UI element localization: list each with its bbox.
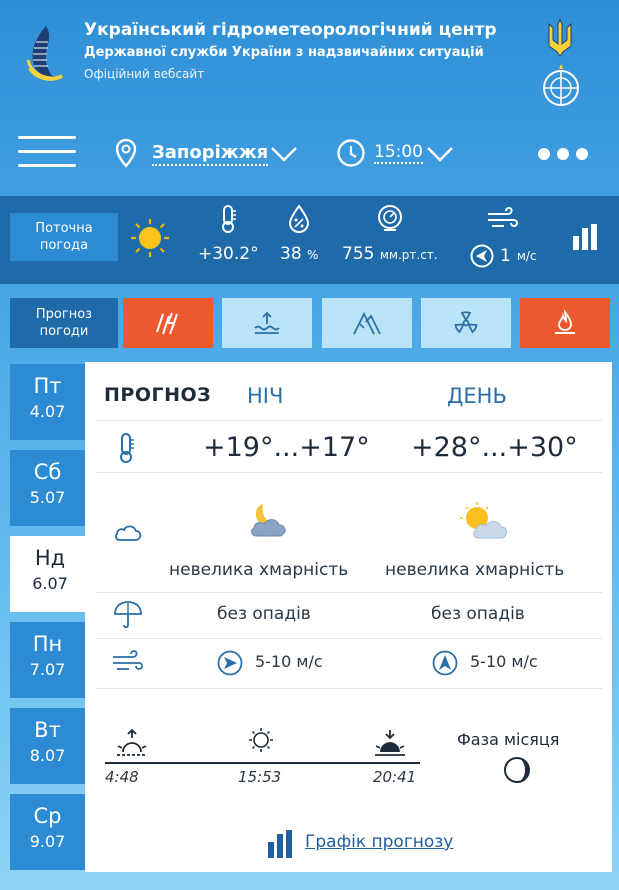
tab-radiation[interactable] bbox=[421, 298, 511, 348]
water-level-icon bbox=[254, 311, 280, 334]
menu-button[interactable] bbox=[18, 132, 76, 172]
night-temperature: +19°...+17° bbox=[203, 432, 370, 463]
current-weather-label[interactable]: Поточна погода bbox=[10, 213, 118, 261]
divider bbox=[95, 592, 602, 593]
night-precipitation: без опадів bbox=[217, 604, 311, 624]
solar-noon-time: 15:53 bbox=[238, 768, 282, 786]
day-tab[interactable]: Пт 4.07 bbox=[10, 364, 85, 440]
midday-sun-icon bbox=[249, 728, 273, 752]
bar-chart-icon[interactable] bbox=[267, 830, 295, 858]
tab-thunderstorm[interactable] bbox=[123, 298, 213, 348]
day-tab[interactable]: Ср 9.07 bbox=[10, 794, 85, 870]
mountains-icon bbox=[353, 311, 381, 335]
hydromet-logo-icon[interactable] bbox=[24, 22, 74, 84]
moon-phase-icon bbox=[504, 757, 530, 783]
city-selector[interactable]: Запоріжжя bbox=[152, 142, 269, 166]
thunder-icon bbox=[156, 312, 178, 335]
more-options-button[interactable] bbox=[538, 148, 588, 160]
radiation-icon bbox=[454, 311, 478, 334]
fire-icon bbox=[555, 309, 575, 334]
sun-cloud-icon bbox=[460, 502, 508, 539]
un-emblem-icon bbox=[543, 64, 579, 106]
tab-water-level[interactable] bbox=[222, 298, 312, 348]
umbrella-icon bbox=[114, 601, 142, 629]
clock-icon bbox=[337, 139, 365, 167]
wind-direction-icon bbox=[432, 650, 458, 676]
wind-direction-icon bbox=[470, 244, 494, 268]
current-temperature: +30.2° bbox=[198, 204, 259, 264]
sunset-icon bbox=[375, 730, 405, 756]
night-column-header: НІЧ bbox=[247, 384, 284, 408]
day-tab[interactable]: Пн 7.07 bbox=[10, 622, 85, 698]
cloud-icon bbox=[115, 525, 142, 541]
site-header: Український гідрометеорологічний центр Д… bbox=[0, 0, 619, 120]
chevron-down-icon[interactable] bbox=[270, 146, 298, 162]
night-wind-speed: 5-10 м/с bbox=[255, 652, 323, 671]
nav-bar: Запоріжжя 15:00 bbox=[0, 122, 619, 184]
current-weather-bar: Поточна погода +30.2° 38 % 755 мм.рт.ст.… bbox=[0, 196, 619, 284]
ukraine-trident-icon bbox=[548, 18, 572, 57]
sunset-time: 20:41 bbox=[373, 768, 417, 786]
chevron-down-icon[interactable] bbox=[426, 146, 454, 162]
forecast-heading: ПРОГНОЗ bbox=[104, 384, 212, 406]
humidity-drop-icon bbox=[289, 204, 310, 234]
time-selector[interactable]: 15:00 bbox=[374, 142, 423, 164]
location-pin-icon bbox=[115, 138, 137, 168]
night-sky-condition: невелика хмарність bbox=[169, 560, 349, 580]
divider bbox=[95, 420, 602, 421]
thermometer-icon bbox=[222, 205, 237, 233]
tab-mountains[interactable] bbox=[322, 298, 412, 348]
day-tab[interactable]: Сб 5.07 bbox=[10, 450, 85, 526]
moon-cloud-icon bbox=[251, 504, 286, 537]
current-humidity: 38 % bbox=[280, 204, 318, 264]
org-subtitle: Державної служби України з надзвичайних … bbox=[84, 45, 484, 60]
wind-icon bbox=[113, 650, 143, 670]
forecast-graph-link[interactable]: Графік прогнозу bbox=[305, 832, 453, 852]
day-wind-speed: 5-10 м/с bbox=[470, 652, 538, 671]
tab-fire-danger[interactable] bbox=[520, 298, 610, 348]
daylight-timeline bbox=[105, 762, 420, 764]
official-site-label: Офіційний вебсайт bbox=[84, 67, 205, 81]
day-temperature: +28°...+30° bbox=[411, 432, 578, 463]
day-sky-condition: невелика хмарність bbox=[385, 560, 565, 580]
current-wind: 1 м/с bbox=[470, 204, 537, 268]
barometer-icon bbox=[377, 205, 402, 231]
wind-icon bbox=[488, 206, 519, 228]
wind-direction-icon bbox=[217, 650, 243, 676]
org-title: Український гідрометеорологічний центр bbox=[84, 20, 497, 40]
thermometer-icon bbox=[120, 433, 134, 463]
divider bbox=[95, 688, 602, 689]
day-precipitation: без опадів bbox=[431, 604, 525, 624]
forecast-card: ПРОГНОЗ НІЧ ДЕНЬ +19°...+17° +28°...+30°… bbox=[85, 362, 612, 872]
sun-icon bbox=[131, 219, 169, 257]
forecast-type-label: Прогноз погоди bbox=[10, 298, 118, 348]
day-tab-selected[interactable]: Нд 6.07 bbox=[10, 536, 90, 612]
bar-chart-icon[interactable] bbox=[572, 224, 602, 250]
day-column-header: ДЕНЬ bbox=[447, 384, 507, 408]
moon-phase-label: Фаза місяця bbox=[457, 730, 560, 749]
divider bbox=[95, 472, 602, 473]
sunrise-icon bbox=[117, 728, 147, 756]
divider bbox=[95, 638, 602, 639]
sunrise-time: 4:48 bbox=[105, 768, 139, 786]
current-pressure: 755 мм.рт.ст. bbox=[342, 204, 438, 264]
day-tab[interactable]: Вт 8.07 bbox=[10, 708, 85, 784]
